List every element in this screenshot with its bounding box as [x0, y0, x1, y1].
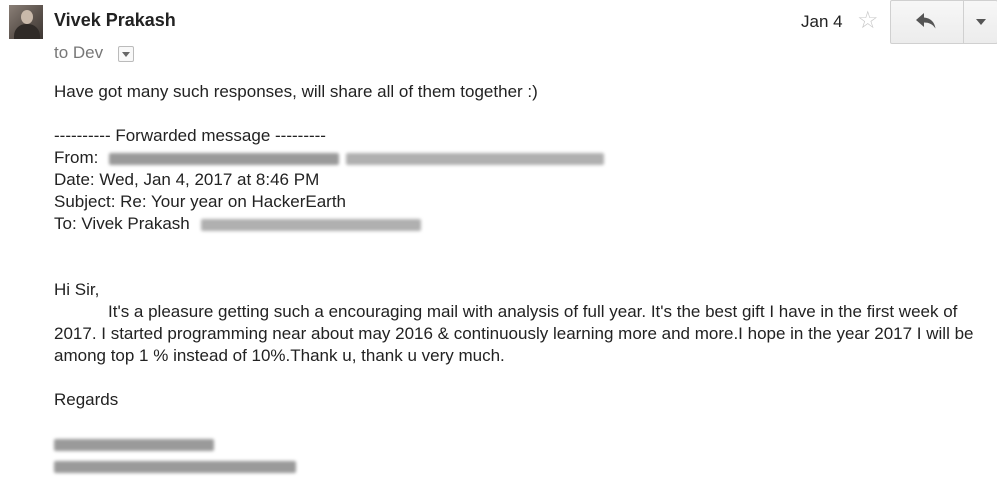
- redacted-recipient-email[interactable]: [200, 218, 421, 231]
- more-options-button[interactable]: [964, 1, 997, 43]
- star-icon[interactable]: ☆: [857, 9, 879, 33]
- chevron-down-icon[interactable]: [118, 46, 134, 62]
- reply-button[interactable]: [891, 1, 963, 43]
- reply-icon: [916, 13, 936, 29]
- message-date[interactable]: Jan 4: [801, 12, 843, 32]
- from-label: From:: [54, 148, 99, 167]
- signoff: Regards: [54, 390, 119, 409]
- greeting: Hi Sir,: [54, 280, 100, 299]
- redacted-sender-name: [109, 152, 340, 165]
- date-line: Date: Wed, Jan 4, 2017 at 8:46 PM: [54, 170, 320, 189]
- sender-name[interactable]: Vivek Prakash: [54, 10, 176, 31]
- intro-text: Have got many such responses, will share…: [54, 82, 538, 101]
- subject-line: Subject: Re: Your year on HackerEarth: [54, 192, 346, 211]
- recipient-line: to Dev: [54, 43, 104, 62]
- reply-button-group: [890, 0, 997, 44]
- redacted-sender-email[interactable]: [345, 152, 604, 165]
- redacted-signature-college: [54, 455, 296, 477]
- from-line: From:: [54, 147, 604, 169]
- to-label: To: Vivek Prakash: [54, 214, 190, 233]
- message-paragraph: It's a pleasure getting such a encouragi…: [54, 302, 974, 365]
- to-line: To: Vivek Prakash: [54, 213, 421, 235]
- redacted-signature-name: [54, 433, 214, 455]
- avatar[interactable]: [9, 5, 43, 39]
- forward-header: ---------- Forwarded message ---------: [54, 126, 326, 145]
